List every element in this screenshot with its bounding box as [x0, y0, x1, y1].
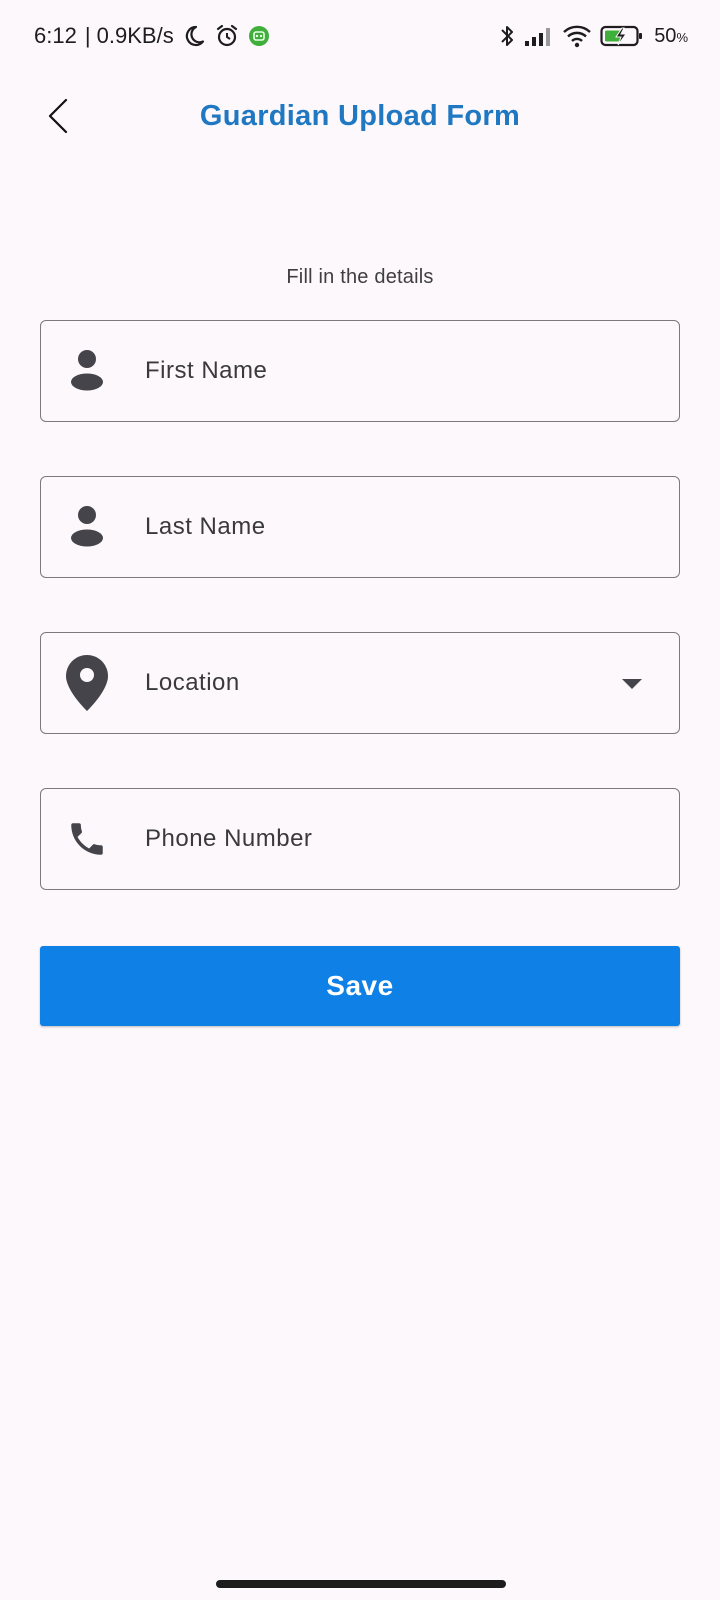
- last-name-placeholder: Last Name: [145, 513, 266, 540]
- wifi-icon: [562, 24, 592, 48]
- form-subtitle: Fill in the details: [286, 266, 434, 288]
- person-icon: [63, 341, 111, 401]
- last-name-field[interactable]: Last Name: [40, 476, 680, 578]
- first-name-placeholder: First Name: [145, 357, 268, 384]
- battery-percent: 50%: [654, 24, 688, 47]
- status-right: 50%: [498, 23, 688, 49]
- dropdown-arrow-icon: [621, 677, 643, 689]
- location-dropdown[interactable]: Location: [40, 632, 680, 734]
- notification-app-icon: [248, 25, 270, 47]
- phone-number-field[interactable]: Phone Number: [40, 788, 680, 890]
- save-button[interactable]: Save: [40, 946, 680, 1026]
- phone-icon: [63, 809, 111, 869]
- status-bar: 6:12 | 0.9KB/s 50%: [0, 0, 720, 72]
- location-placeholder: Location: [145, 669, 240, 696]
- alarm-icon: [214, 23, 240, 49]
- status-time: 6:12: [34, 23, 77, 48]
- phone-number-placeholder: Phone Number: [145, 825, 313, 852]
- status-left: 6:12 | 0.9KB/s: [34, 23, 270, 49]
- app-bar: Guardian Upload Form: [0, 82, 720, 154]
- location-pin-icon: [63, 653, 111, 713]
- status-network-speed: | 0.9KB/s: [84, 23, 174, 48]
- battery-charging-icon: [600, 24, 646, 48]
- person-icon: [63, 497, 111, 557]
- first-name-field[interactable]: First Name: [40, 320, 680, 422]
- home-indicator[interactable]: [216, 1580, 506, 1588]
- page-title: Guardian Upload Form: [199, 100, 521, 132]
- bluetooth-icon: [498, 23, 516, 49]
- moon-icon: [182, 24, 206, 48]
- cellular-signal-icon: [524, 25, 554, 47]
